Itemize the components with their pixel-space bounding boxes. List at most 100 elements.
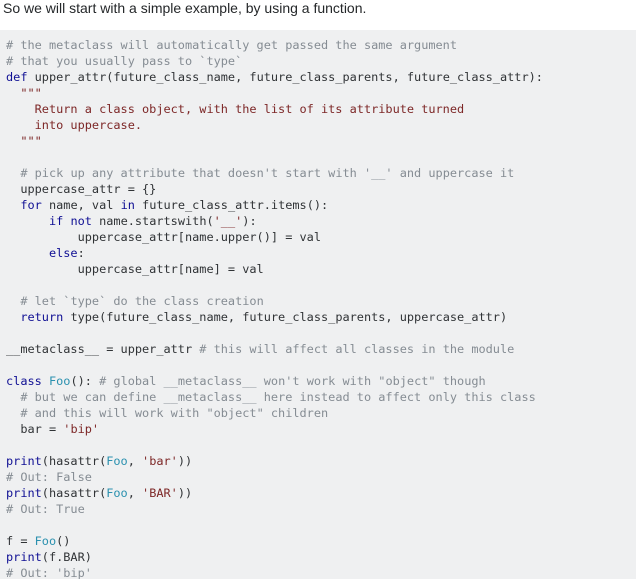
code-line: print(hasattr(Foo, 'bar')) — [6, 453, 636, 469]
code-text: __metaclass__ = upper_attr — [6, 342, 200, 356]
code-line: # that you usually pass to `type` — [6, 53, 636, 69]
code-string: 'BAR' — [142, 486, 178, 500]
intro-paragraph: So we will start with a simple example, … — [3, 0, 367, 16]
code-text: name, val — [41, 198, 121, 212]
code-string: Return a class object, with the list of … — [6, 102, 465, 116]
code-comment: # that you usually pass to `type` — [6, 54, 243, 68]
code-text: : — [77, 246, 85, 260]
code-text: , — [127, 486, 143, 500]
code-comment: # Out: 'bip' — [6, 566, 92, 579]
code-text: uppercase_attr = {} — [6, 182, 157, 196]
code-comment: # Out: False — [6, 470, 92, 484]
code-line: # but we can define __metaclass__ here i… — [6, 389, 636, 405]
code-type: Foo — [106, 454, 128, 468]
code-text: uppercase_attr[name] = val — [6, 262, 264, 276]
code-line: Return a class object, with the list of … — [6, 101, 636, 117]
code-string: """ — [6, 86, 42, 100]
code-keyword: print — [6, 550, 42, 564]
code-text: , — [127, 454, 143, 468]
code-line: class Foo(): # global __metaclass__ won'… — [6, 373, 636, 389]
code-comment: # the metaclass will automatically get p… — [6, 38, 458, 52]
code-string: '__' — [213, 214, 243, 228]
code-type: Foo — [106, 486, 128, 500]
code-comment: # let `type` do the class creation — [20, 294, 264, 308]
code-text: future_class_attr.items(): — [134, 198, 329, 212]
code-keyword: print — [6, 454, 42, 468]
code-line: uppercase_attr[name] = val — [6, 261, 636, 277]
code-line: return type(future_class_name, future_cl… — [6, 309, 636, 325]
code-keyword: else — [48, 246, 78, 260]
code-string: into uppercase. — [6, 118, 143, 132]
code-text: (hasattr( — [41, 486, 107, 500]
code-line: # Out: True — [6, 501, 636, 517]
code-text: type(future_class_name, future_class_par… — [63, 310, 508, 324]
code-line: # Out: 'bip' — [6, 565, 636, 579]
code-comment: # this will affect all classes in the mo… — [199, 342, 515, 356]
code-text: (f.BAR) — [41, 550, 92, 564]
code-comment: # global __metaclass__ won't work with "… — [99, 374, 486, 388]
code-line: if not name.startswith('__'): — [6, 213, 636, 229]
code-comment: # pick up any attribute that doesn't sta… — [20, 166, 515, 180]
answer-page: So we will start with a simple example, … — [0, 0, 636, 579]
code-line: f = Foo() — [6, 533, 636, 549]
code-text: name.startswith( — [91, 214, 214, 228]
code-line: # Out: False — [6, 469, 636, 485]
code-type: Foo — [34, 534, 57, 548]
code-comment: # and this will work with "object" child… — [20, 406, 329, 420]
code-text: uppercase_attr[name.upper()] = val — [6, 230, 321, 244]
code-line: """ — [6, 133, 636, 149]
code-keyword: def — [6, 70, 28, 84]
code-type: Foo — [48, 374, 71, 388]
code-keyword: not — [70, 214, 92, 228]
code-text: (hasattr( — [41, 454, 107, 468]
code-line: """ — [6, 85, 636, 101]
code-keyword: print — [6, 486, 42, 500]
code-line: uppercase_attr = {} — [6, 181, 636, 197]
code-line: uppercase_attr[name.upper()] = val — [6, 229, 636, 245]
code-line: # the metaclass will automatically get p… — [6, 37, 636, 53]
code-text: )) — [177, 486, 193, 500]
code-text: upper_attr(future_class_name, future_cla… — [27, 70, 543, 84]
code-line: def upper_attr(future_class_name, future… — [6, 69, 636, 85]
code-keyword: return — [20, 310, 64, 324]
code-line: print(hasattr(Foo, 'BAR')) — [6, 485, 636, 501]
code-text: () — [56, 534, 71, 548]
code-comment: # Out: True — [6, 502, 85, 516]
code-line: # pick up any attribute that doesn't sta… — [6, 165, 636, 181]
code-keyword: in — [120, 198, 135, 212]
code-block: # the metaclass will automatically get p… — [0, 30, 636, 579]
code-text: (): — [70, 374, 100, 388]
code-string: 'bar' — [142, 454, 178, 468]
code-line: __metaclass__ = upper_attr # this will a… — [6, 341, 636, 357]
code-keyword: class — [6, 374, 42, 388]
code-line: # let `type` do the class creation — [6, 293, 636, 309]
code-string: 'bip' — [63, 422, 100, 436]
code-string: """ — [6, 134, 42, 148]
code-text: )) — [177, 454, 193, 468]
code-line: into uppercase. — [6, 117, 636, 133]
code-line: for name, val in future_class_attr.items… — [6, 197, 636, 213]
code-line: bar = 'bip' — [6, 421, 636, 437]
code-line: # and this will work with "object" child… — [6, 405, 636, 421]
code-keyword: if — [48, 214, 64, 228]
code-text: f = — [6, 534, 35, 548]
code-comment: # but we can define __metaclass__ here i… — [20, 390, 536, 404]
code-keyword: for — [20, 198, 42, 212]
code-text: ): — [242, 214, 257, 228]
code-text: bar = — [6, 422, 64, 436]
